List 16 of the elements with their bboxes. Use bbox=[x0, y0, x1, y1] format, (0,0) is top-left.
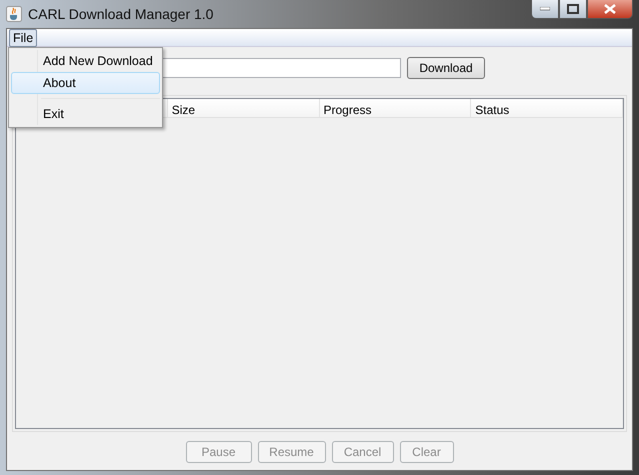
column-header: Progress bbox=[320, 99, 472, 117]
window-title: CARL Download Manager 1.0 bbox=[28, 4, 214, 24]
maximize-icon bbox=[567, 4, 579, 14]
column-header: Status bbox=[471, 99, 623, 117]
column-header: Size bbox=[168, 99, 320, 117]
menu-item[interactable]: About bbox=[11, 72, 160, 94]
menu-item[interactable]: File bbox=[9, 28, 38, 46]
close-icon bbox=[604, 4, 616, 14]
close-button[interactable] bbox=[587, 0, 633, 19]
download-button[interactable]: Download bbox=[407, 57, 485, 79]
minimize-button[interactable] bbox=[531, 0, 559, 19]
java-cup-icon bbox=[6, 6, 22, 22]
minimize-icon bbox=[540, 7, 550, 11]
menu-item[interactable]: Add New Download bbox=[11, 50, 160, 72]
maximize-button[interactable] bbox=[559, 0, 587, 19]
menu-item[interactable]: Exit bbox=[11, 103, 160, 125]
